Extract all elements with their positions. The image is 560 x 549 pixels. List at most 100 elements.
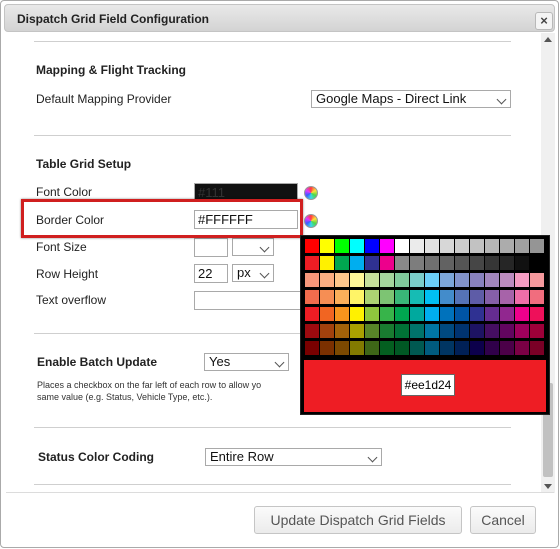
color-swatch[interactable] (425, 256, 439, 270)
color-swatch[interactable] (500, 256, 514, 270)
color-swatch[interactable] (500, 307, 514, 321)
color-swatch[interactable] (440, 341, 454, 355)
color-wheel-icon[interactable] (304, 214, 318, 228)
color-swatch[interactable] (305, 273, 319, 287)
color-swatch[interactable] (530, 341, 544, 355)
color-swatch[interactable] (500, 273, 514, 287)
color-swatch[interactable] (335, 256, 349, 270)
mapping-provider-select[interactable]: Google Maps - Direct Link (311, 90, 511, 108)
color-swatch[interactable] (485, 324, 499, 338)
color-swatch[interactable] (515, 256, 529, 270)
color-swatch[interactable] (440, 239, 454, 253)
color-swatch[interactable] (470, 341, 484, 355)
row-height-input[interactable]: 22 (194, 264, 228, 283)
color-swatch[interactable] (515, 307, 529, 321)
color-swatch[interactable] (425, 273, 439, 287)
color-swatch[interactable] (350, 341, 364, 355)
color-swatch[interactable] (530, 239, 544, 253)
color-swatch[interactable] (530, 290, 544, 304)
color-swatch[interactable] (410, 324, 424, 338)
color-swatch[interactable] (500, 324, 514, 338)
color-swatch[interactable] (350, 239, 364, 253)
color-swatch[interactable] (410, 290, 424, 304)
color-swatch[interactable] (470, 290, 484, 304)
color-swatch[interactable] (380, 341, 394, 355)
color-swatch[interactable] (440, 273, 454, 287)
color-swatch[interactable] (410, 341, 424, 355)
color-swatch[interactable] (455, 341, 469, 355)
color-swatch[interactable] (515, 341, 529, 355)
color-swatch[interactable] (365, 256, 379, 270)
color-swatch[interactable] (395, 307, 409, 321)
color-swatch[interactable] (335, 324, 349, 338)
scroll-up-arrow-icon[interactable] (544, 37, 552, 42)
color-swatch[interactable] (365, 290, 379, 304)
color-swatch[interactable] (365, 341, 379, 355)
color-swatch[interactable] (440, 307, 454, 321)
color-swatch[interactable] (350, 273, 364, 287)
color-swatch[interactable] (380, 239, 394, 253)
color-swatch[interactable] (320, 239, 334, 253)
color-swatch[interactable] (425, 290, 439, 304)
color-swatch[interactable] (455, 307, 469, 321)
color-swatch[interactable] (320, 307, 334, 321)
color-swatch[interactable] (380, 273, 394, 287)
color-swatch[interactable] (470, 273, 484, 287)
color-swatch[interactable] (410, 239, 424, 253)
color-wheel-icon[interactable] (304, 186, 318, 200)
color-swatch[interactable] (380, 324, 394, 338)
color-swatch[interactable] (320, 256, 334, 270)
color-swatch[interactable] (380, 256, 394, 270)
close-button[interactable]: × (535, 12, 553, 30)
color-swatch[interactable] (485, 341, 499, 355)
color-swatch[interactable] (485, 273, 499, 287)
color-swatch[interactable] (455, 324, 469, 338)
color-swatch[interactable] (350, 324, 364, 338)
color-swatch[interactable] (455, 239, 469, 253)
color-swatch[interactable] (395, 239, 409, 253)
color-swatch[interactable] (365, 324, 379, 338)
color-swatch[interactable] (305, 341, 319, 355)
color-swatch[interactable] (395, 290, 409, 304)
color-swatch[interactable] (500, 239, 514, 253)
color-swatch[interactable] (515, 290, 529, 304)
update-button[interactable]: Update Dispatch Grid Fields (254, 506, 462, 534)
color-swatch[interactable] (305, 290, 319, 304)
color-swatch[interactable] (380, 290, 394, 304)
color-swatch[interactable] (500, 341, 514, 355)
text-overflow-input[interactable] (194, 291, 314, 310)
scroll-down-arrow-icon[interactable] (544, 484, 552, 489)
font-size-unit-select[interactable] (232, 238, 274, 256)
color-swatch[interactable] (350, 290, 364, 304)
color-swatch[interactable] (440, 324, 454, 338)
font-size-input[interactable] (194, 238, 228, 257)
color-swatch[interactable] (410, 307, 424, 321)
color-swatch[interactable] (455, 290, 469, 304)
color-swatch[interactable] (395, 341, 409, 355)
color-swatch[interactable] (515, 239, 529, 253)
color-swatch[interactable] (380, 307, 394, 321)
color-swatch[interactable] (335, 239, 349, 253)
color-swatch[interactable] (305, 239, 319, 253)
color-swatch[interactable] (440, 290, 454, 304)
color-swatch[interactable] (500, 290, 514, 304)
color-swatch[interactable] (410, 273, 424, 287)
color-swatch[interactable] (335, 341, 349, 355)
color-swatch[interactable] (530, 256, 544, 270)
color-swatch[interactable] (515, 324, 529, 338)
color-swatch[interactable] (425, 324, 439, 338)
color-swatch[interactable] (320, 341, 334, 355)
color-swatch[interactable] (305, 256, 319, 270)
color-swatch[interactable] (470, 256, 484, 270)
color-swatch[interactable] (470, 239, 484, 253)
color-picker-popup[interactable]: #ee1d24 (300, 235, 550, 415)
color-swatch[interactable] (335, 307, 349, 321)
color-swatch[interactable] (425, 307, 439, 321)
color-swatch[interactable] (455, 256, 469, 270)
color-swatch[interactable] (425, 239, 439, 253)
color-swatch[interactable] (485, 290, 499, 304)
color-swatch[interactable] (530, 273, 544, 287)
color-swatch[interactable] (530, 324, 544, 338)
color-swatch[interactable] (365, 239, 379, 253)
color-swatch[interactable] (305, 324, 319, 338)
